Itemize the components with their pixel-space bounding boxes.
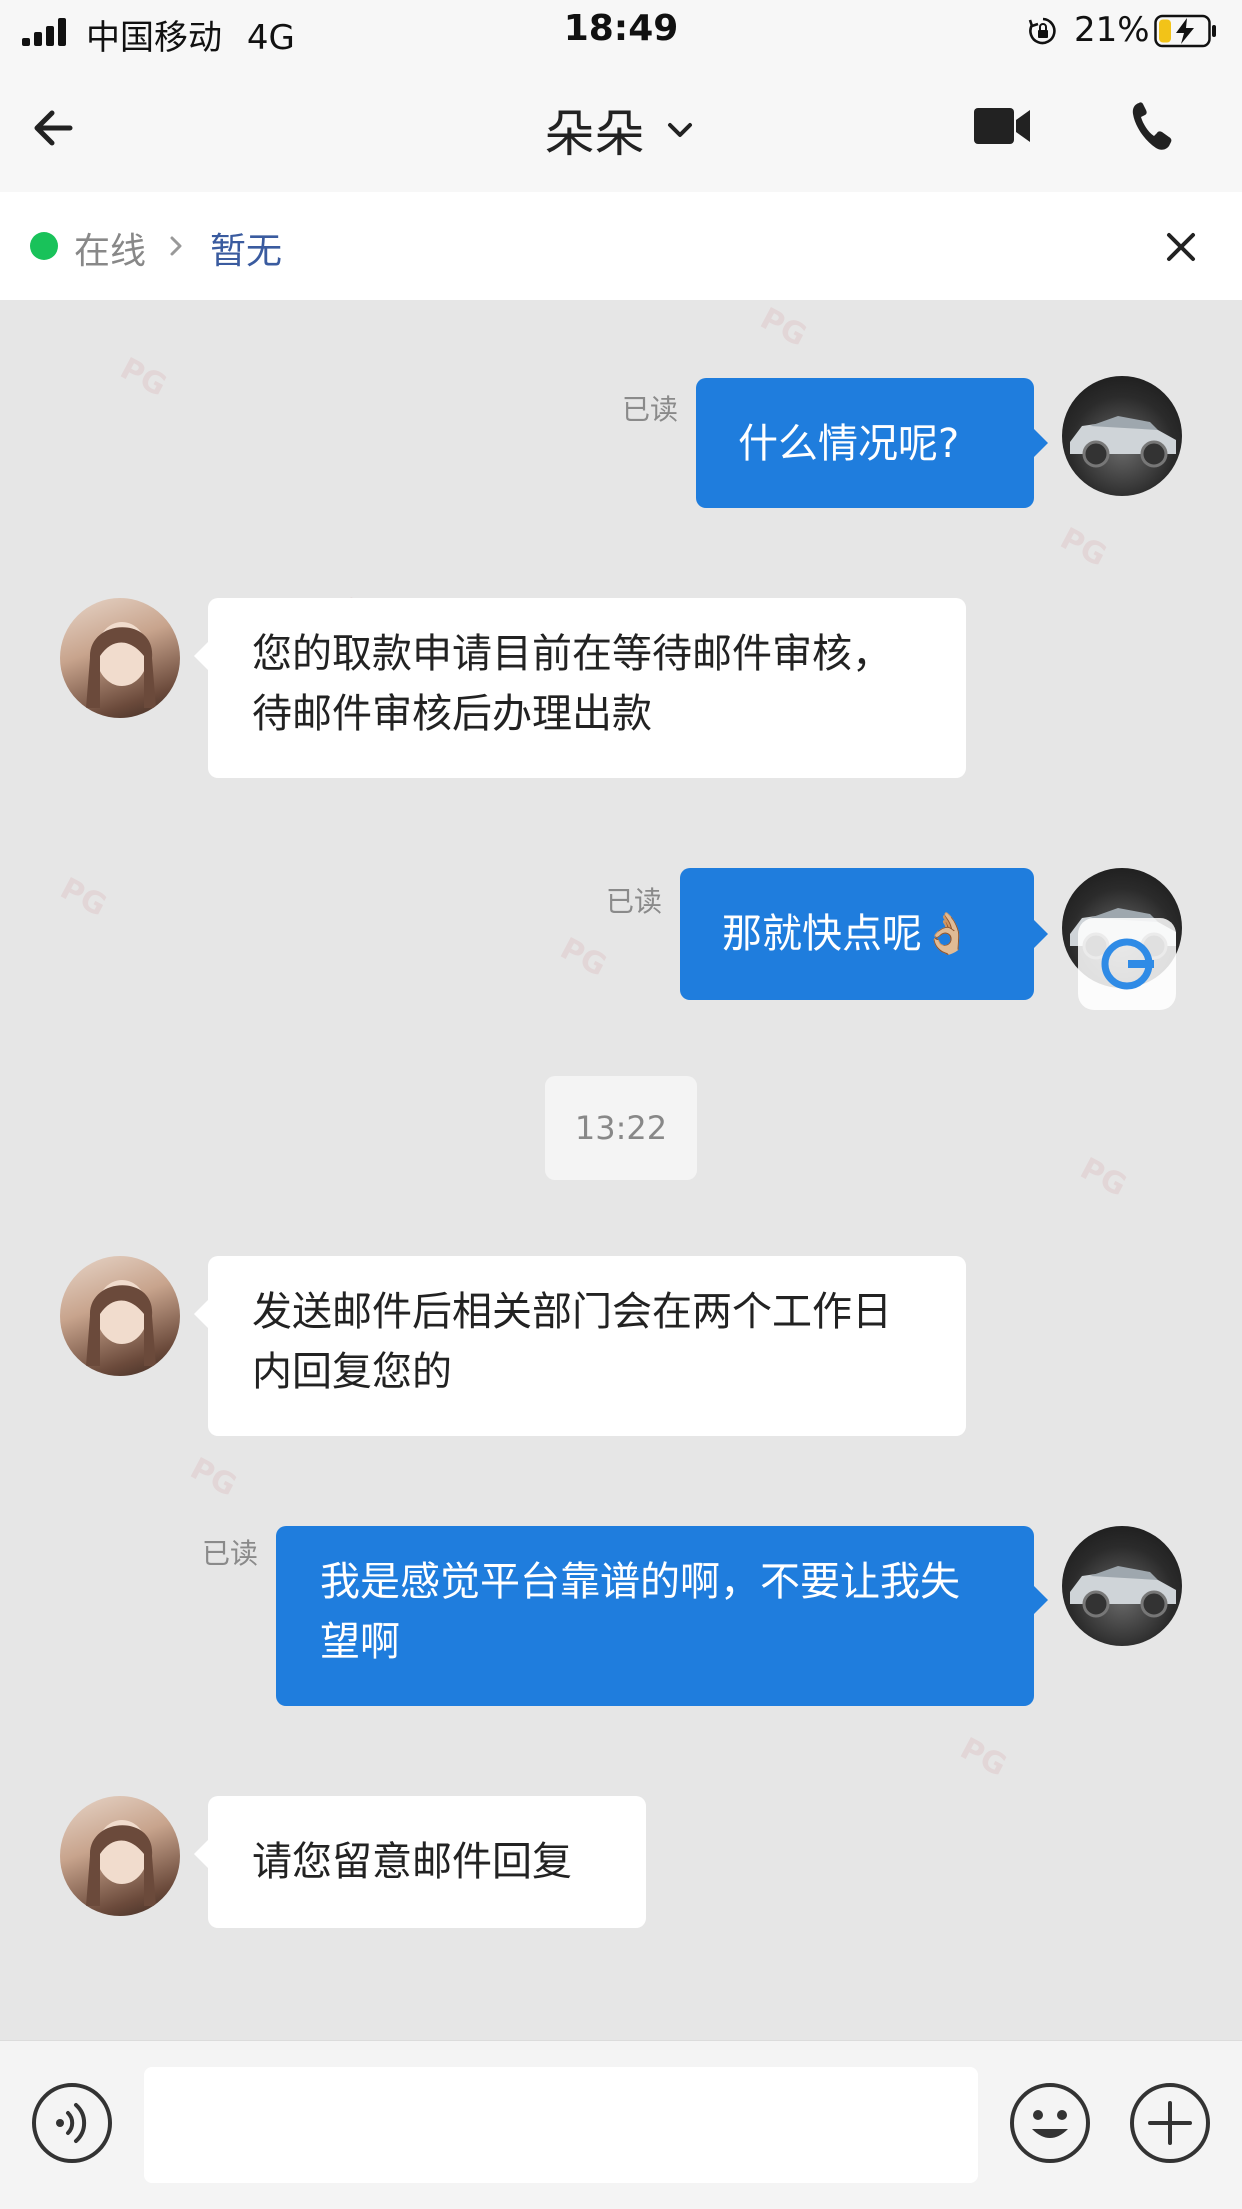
avatar-contact[interactable] bbox=[60, 1256, 180, 1376]
message-bubble-outgoing[interactable]: 什么情况呢? bbox=[696, 378, 1034, 508]
voice-icon[interactable] bbox=[30, 2081, 114, 2165]
avatar-self[interactable] bbox=[1062, 1526, 1182, 1646]
chat-title[interactable]: 朵朵 bbox=[544, 94, 644, 166]
emoji-icon[interactable] bbox=[1008, 2081, 1092, 2165]
plus-icon[interactable] bbox=[1128, 2081, 1212, 2165]
contact-avatar-image bbox=[86, 1280, 156, 1366]
car-avatar-image bbox=[1070, 1566, 1176, 1618]
message-bubble-outgoing[interactable]: 那就快点呢👌🏼 bbox=[680, 868, 1034, 1000]
watermark: PG bbox=[184, 1451, 243, 1504]
bubble-tail bbox=[1034, 920, 1048, 948]
timestamp-divider: 13:22 bbox=[545, 1076, 697, 1180]
input-bar bbox=[0, 2040, 1242, 2209]
online-indicator bbox=[30, 232, 58, 260]
car-avatar-image bbox=[1070, 416, 1176, 468]
watermark: PG bbox=[754, 301, 813, 354]
floating-badge[interactable] bbox=[1078, 918, 1176, 1010]
refresh-icon bbox=[1101, 938, 1154, 990]
read-receipt: 已读 bbox=[202, 1537, 259, 1570]
chevron-right-icon bbox=[170, 236, 182, 256]
avatar-self[interactable] bbox=[1062, 376, 1182, 496]
battery-charging-icon bbox=[1154, 14, 1216, 48]
read-receipt: 已读 bbox=[622, 393, 679, 426]
watermark: PG bbox=[554, 931, 613, 984]
message-input[interactable] bbox=[144, 2067, 978, 2183]
avatar-contact[interactable] bbox=[60, 598, 180, 718]
rotation-lock-icon bbox=[1028, 17, 1056, 45]
chevron-down-icon[interactable] bbox=[662, 112, 698, 148]
status-bar: 中国移动 4G 18:49 21% bbox=[0, 0, 1242, 62]
bubble-tail bbox=[1034, 429, 1048, 457]
chat-messages[interactable]: PG PG PG PG PG PG PG PG PG PG PG 已读 什么情况… bbox=[0, 300, 1242, 2040]
bubble-tail bbox=[194, 1300, 208, 1328]
read-receipt: 已读 bbox=[606, 885, 663, 918]
bubble-tail bbox=[1034, 1586, 1048, 1614]
message-bubble-incoming[interactable]: 您的取款申请目前在等待邮件审核，待邮件审核后办理出款 bbox=[208, 598, 966, 778]
contact-avatar-image bbox=[86, 622, 156, 708]
contact-status-strip[interactable]: 在线 暂无 bbox=[0, 192, 1242, 300]
nav-bar: 朵朵 bbox=[0, 62, 1242, 192]
bubble-tail bbox=[194, 642, 208, 670]
watermark: PG bbox=[114, 351, 173, 404]
bubble-tail bbox=[194, 1840, 208, 1868]
watermark: PG bbox=[54, 871, 113, 924]
watermark: PG bbox=[1054, 521, 1113, 574]
video-camera-icon[interactable] bbox=[972, 102, 1032, 150]
contact-avatar-image bbox=[86, 1820, 156, 1906]
watermark: PG bbox=[954, 1731, 1013, 1784]
phone-icon[interactable] bbox=[1130, 100, 1174, 152]
battery-percent: 21% bbox=[1074, 10, 1150, 50]
message-bubble-incoming[interactable]: 发送邮件后相关部门会在两个工作日内回复您的 bbox=[208, 1256, 966, 1436]
watermark: PG bbox=[1074, 1151, 1133, 1204]
message-bubble-outgoing[interactable]: 我是感觉平台靠谱的啊，不要让我失望啊 bbox=[276, 1526, 1034, 1706]
close-icon[interactable] bbox=[1162, 228, 1200, 266]
chat-title-area[interactable]: 朵朵 bbox=[0, 94, 1242, 166]
message-bubble-incoming[interactable]: 请您留意邮件回复 bbox=[208, 1796, 646, 1928]
avatar-contact[interactable] bbox=[60, 1796, 180, 1916]
online-label: 在线 bbox=[74, 231, 147, 272]
contact-status-value[interactable]: 暂无 bbox=[210, 222, 282, 274]
